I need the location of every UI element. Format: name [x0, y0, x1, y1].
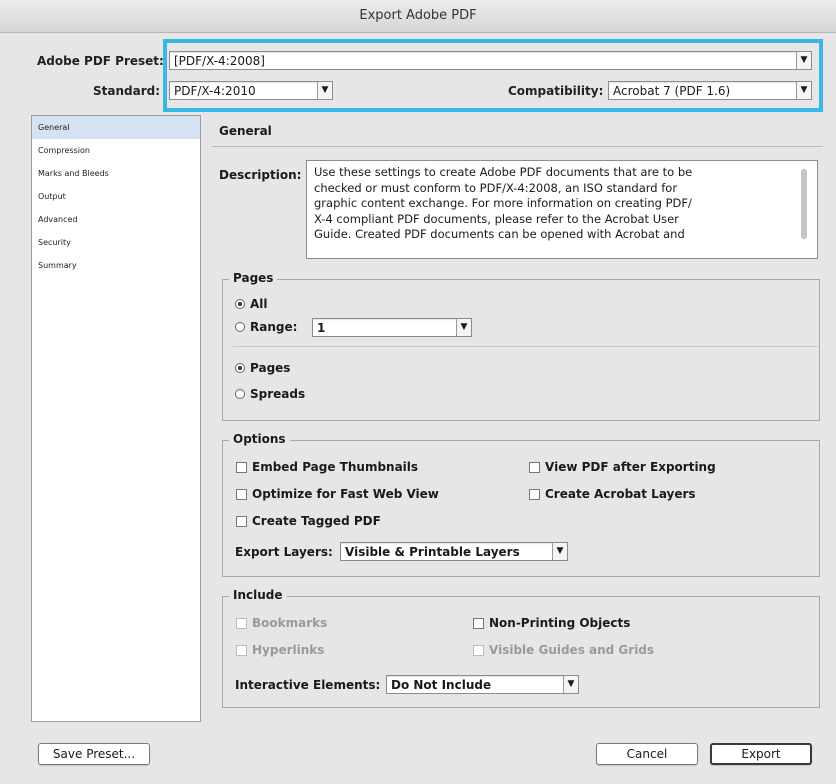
- radio-spreads-label: Spreads: [250, 387, 306, 401]
- checkbox-embed-thumbnails[interactable]: Embed Page Thumbnails: [236, 460, 418, 474]
- export-layers-select[interactable]: Visible & Printable Layers ▼: [340, 542, 568, 561]
- sidebar-item-advanced[interactable]: Advanced: [32, 208, 200, 231]
- checkbox-embed-label: Embed Page Thumbnails: [252, 460, 419, 474]
- checkbox-view-pdf[interactable]: View PDF after Exporting: [529, 460, 716, 474]
- options-group: Options Embed Page Thumbnails View PDF a…: [222, 432, 820, 577]
- interactive-elements-value: Do Not Include: [391, 678, 492, 692]
- pages-group-title: Pages: [229, 271, 278, 285]
- export-layers-value: Visible & Printable Layers: [345, 545, 520, 559]
- checkbox-nonprinting[interactable]: Non-Printing Objects: [473, 616, 630, 630]
- interactive-elements-label: Interactive Elements:: [235, 678, 381, 692]
- include-group-title: Include: [229, 588, 287, 602]
- radio-selected-icon: [235, 299, 245, 309]
- radio-pages-label: Pages: [250, 361, 291, 375]
- description-text[interactable]: Use these settings to create Adobe PDF d…: [306, 160, 818, 259]
- cancel-button[interactable]: Cancel: [596, 743, 698, 765]
- checkbox-icon: [236, 515, 247, 527]
- radio-range-label: Range:: [250, 320, 298, 334]
- radio-spreads[interactable]: Spreads: [235, 387, 305, 401]
- range-value: 1: [317, 321, 326, 335]
- checkbox-bookmarks-label: Bookmarks: [252, 616, 328, 630]
- description-label: Description:: [219, 168, 302, 182]
- radio-all[interactable]: All: [235, 297, 268, 311]
- checkbox-hyperlinks-label: Hyperlinks: [252, 643, 325, 657]
- radio-icon: [235, 389, 245, 399]
- description-line: Guide. Created PDF documents can be open…: [314, 227, 685, 241]
- checkbox-view-label: View PDF after Exporting: [545, 460, 716, 474]
- chevron-down-icon: ▼: [552, 543, 567, 560]
- chevron-down-icon: ▼: [563, 676, 578, 693]
- interactive-elements-select[interactable]: Do Not Include ▼: [386, 675, 579, 694]
- export-button[interactable]: Export: [710, 743, 812, 765]
- panel-title: General: [219, 124, 272, 138]
- range-select[interactable]: 1 ▼: [312, 318, 472, 337]
- description-line: graphic content exchange. For more infor…: [314, 196, 692, 210]
- include-group: Include Bookmarks Non-Printing Objects H…: [222, 588, 820, 708]
- radio-pages[interactable]: Pages: [235, 361, 290, 375]
- checkbox-tagged-pdf[interactable]: Create Tagged PDF: [236, 514, 381, 528]
- checkbox-bookmarks[interactable]: Bookmarks: [236, 616, 327, 630]
- checkbox-optimize-label: Optimize for Fast Web View: [252, 487, 439, 501]
- checkbox-tagged-label: Create Tagged PDF: [252, 514, 381, 528]
- pages-divider: [233, 346, 818, 347]
- sidebar-item-security[interactable]: Security: [32, 231, 200, 254]
- standard-label: Standard:: [93, 84, 161, 98]
- highlight-box: [163, 39, 823, 112]
- checkbox-hyperlinks[interactable]: Hyperlinks: [236, 643, 324, 657]
- checkbox-icon: [236, 617, 247, 629]
- sidebar-item-marks-and-bleeds[interactable]: Marks and Bleeds: [32, 162, 200, 185]
- radio-all-label: All: [250, 297, 268, 311]
- checkbox-layers-label: Create Acrobat Layers: [545, 487, 696, 501]
- export-layers-label: Export Layers:: [235, 545, 333, 559]
- checkbox-icon: [473, 644, 484, 656]
- checkbox-icon: [236, 461, 247, 473]
- options-group-title: Options: [229, 432, 290, 446]
- radio-range[interactable]: Range:: [235, 320, 297, 334]
- sidebar-item-compression[interactable]: Compression: [32, 139, 200, 162]
- panel-divider: [212, 146, 823, 147]
- checkbox-guides-label: Visible Guides and Grids: [489, 643, 655, 657]
- checkbox-icon: [473, 617, 484, 629]
- preset-label: Adobe PDF Preset:: [37, 54, 164, 68]
- checkbox-nonprinting-label: Non-Printing Objects: [489, 616, 631, 630]
- checkbox-icon: [529, 488, 540, 500]
- radio-selected-icon: [235, 363, 245, 373]
- checkbox-icon: [236, 488, 247, 500]
- description-line: Use these settings to create Adobe PDF d…: [314, 165, 693, 179]
- description-line: X-4 compliant PDF documents, please refe…: [314, 211, 679, 226]
- checkbox-icon: [236, 644, 247, 656]
- save-preset-button[interactable]: Save Preset...: [38, 743, 150, 765]
- description-line: checked or must conform to PDF/X-4:2008,…: [314, 180, 678, 195]
- checkbox-optimize-web[interactable]: Optimize for Fast Web View: [236, 487, 439, 501]
- checkbox-guides-grids[interactable]: Visible Guides and Grids: [473, 643, 654, 657]
- chevron-down-icon: ▼: [456, 319, 471, 336]
- pages-group: Pages All Range: 1 ▼ Pages Spreads: [222, 271, 820, 421]
- sidebar-item-output[interactable]: Output: [32, 185, 200, 208]
- checkbox-acrobat-layers[interactable]: Create Acrobat Layers: [529, 487, 696, 501]
- radio-icon: [235, 322, 245, 332]
- checkbox-icon: [529, 461, 540, 473]
- sidebar-item-summary[interactable]: Summary: [32, 254, 200, 277]
- window-title: Export Adobe PDF: [0, 0, 836, 33]
- sidebar: General Compression Marks and Bleeds Out…: [31, 115, 201, 722]
- export-pdf-dialog: Export Adobe PDF Adobe PDF Preset: [PDF/…: [0, 0, 836, 784]
- sidebar-item-general[interactable]: General: [32, 116, 200, 139]
- description-scrollbar[interactable]: [801, 169, 807, 239]
